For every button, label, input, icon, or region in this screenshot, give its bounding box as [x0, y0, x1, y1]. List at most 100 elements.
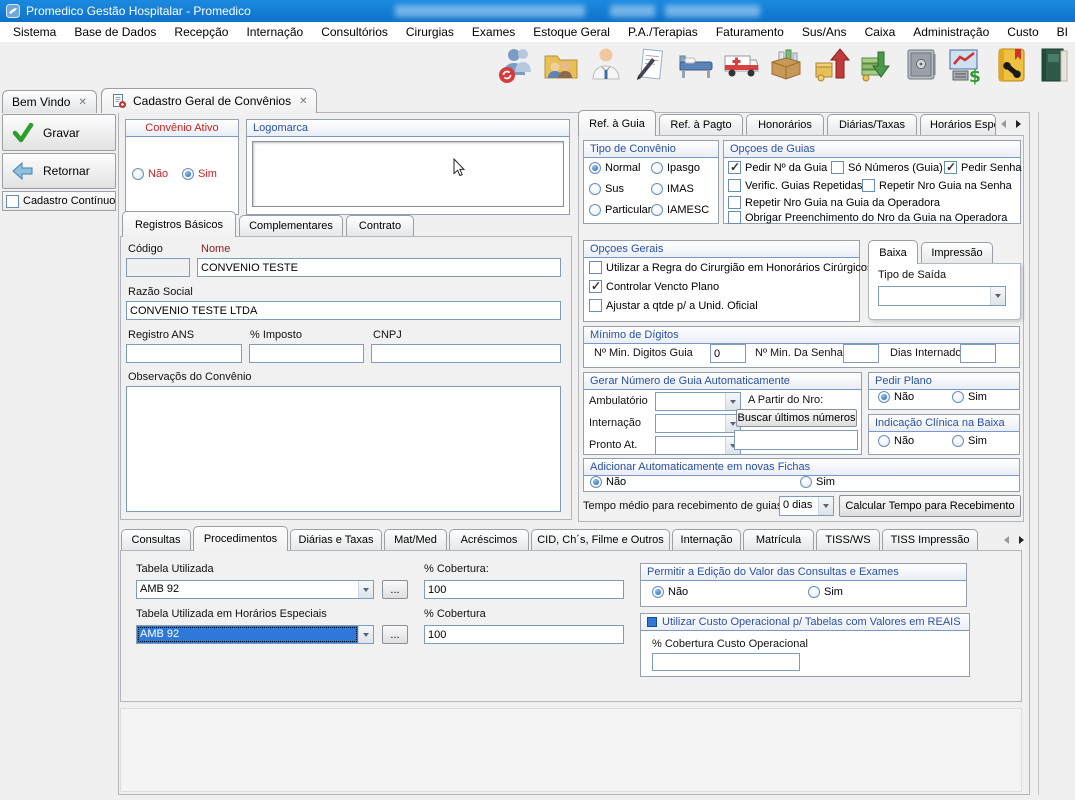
custo-operacional-header[interactable]: Utilizar Custo Operacional p/ Tabelas co… — [641, 614, 969, 631]
menu-item-faturamento[interactable]: Faturamento — [707, 23, 793, 41]
imposto-field[interactable] — [249, 344, 364, 363]
checkbox-pedir-senha[interactable]: Pedir Senha — [944, 161, 1022, 174]
close-icon[interactable]: ✕ — [78, 97, 86, 108]
menu-item-sistema[interactable]: Sistema — [4, 23, 65, 41]
tab-registros-basicos[interactable]: Registros Básicos — [122, 211, 236, 237]
tab-procedimentos[interactable]: Procedimentos — [193, 526, 288, 551]
radio-tipo-normal[interactable]: Normal — [589, 162, 640, 174]
menu-item-exames[interactable]: Exames — [463, 23, 524, 41]
radio-convenio-ativo-nao[interactable]: Não — [132, 168, 168, 180]
revenue-up-icon[interactable] — [811, 44, 851, 86]
tab-cadastro-geral-de-convenios[interactable]: Cadastro Geral de Convênios ✕ — [101, 88, 317, 113]
tabela-browse-button[interactable]: ... — [382, 580, 408, 599]
radio-convenio-ativo-sim[interactable]: Sim — [182, 168, 217, 180]
tabela-utilizada-combo[interactable]: AMB 92 — [136, 580, 374, 599]
stock-supplies-icon[interactable] — [766, 44, 806, 86]
tab-diarias-e-taxas[interactable]: Diárias e Taxas — [290, 529, 382, 550]
users-refresh-icon[interactable] — [496, 44, 536, 86]
cnpj-field[interactable] — [371, 344, 561, 363]
radio-pedir-plano-sim[interactable]: Sim — [952, 391, 987, 403]
tab-diarias-taxas[interactable]: Diárias/Taxas — [827, 114, 917, 135]
menu-item-base-de-dados[interactable]: Base de Dados — [65, 23, 165, 41]
nome-field[interactable] — [197, 258, 561, 277]
tab-matricula[interactable]: Matrícula — [743, 529, 814, 550]
phone-book-icon[interactable] — [991, 44, 1031, 86]
checkbox-regra-cirurgiao[interactable]: Utilizar a Regra do Cirurgião em Honorár… — [589, 261, 873, 274]
tab-complementares[interactable]: Complementares — [239, 215, 343, 236]
checkbox-obrigar-preenchimento-nro[interactable]: Obrigar Preenchimento do Nro da Guia na … — [728, 211, 1007, 224]
tab-tiss-impressao[interactable]: TISS Impressão — [882, 529, 978, 550]
manual-book-icon[interactable] — [1036, 44, 1075, 86]
radio-permitir-nao[interactable]: Não — [652, 586, 688, 598]
tab-horarios-especiais[interactable]: Horários Especia — [920, 114, 996, 135]
prescription-icon[interactable] — [631, 44, 671, 86]
min-senha-field[interactable] — [843, 344, 879, 363]
cobertura2-field[interactable] — [424, 625, 624, 644]
radio-permitir-sim[interactable]: Sim — [808, 586, 843, 598]
tab-ref-a-guia[interactable]: Ref. à Guia — [578, 110, 656, 136]
radio-indicacao-sim[interactable]: Sim — [952, 435, 987, 447]
radio-adicionar-sim[interactable]: Sim — [800, 476, 835, 488]
internacao-combo[interactable] — [655, 414, 741, 433]
tab-impressao[interactable]: Impressão — [921, 242, 993, 263]
tipo-saida-combo[interactable] — [878, 286, 1006, 306]
menu-item-caixa[interactable]: Caixa — [856, 23, 905, 41]
tabela-especiais-combo[interactable]: AMB 92 — [136, 625, 374, 644]
tab-cid-chs-filme-outros[interactable]: CID, Ch´s, Filme e Outros — [531, 529, 670, 550]
cobertura1-field[interactable] — [424, 580, 624, 599]
gravar-button[interactable]: Gravar — [2, 114, 116, 151]
tempo-medio-combo[interactable]: 0 dias — [779, 496, 834, 516]
radio-tipo-imas[interactable]: IMAS — [651, 183, 694, 195]
registro-ans-field[interactable] — [126, 344, 242, 363]
radio-indicacao-nao[interactable]: Não — [878, 435, 914, 447]
radio-tipo-iamesc[interactable]: IAMESC — [651, 204, 709, 216]
menu-item-pa-terapias[interactable]: P.A./Terapias — [619, 23, 707, 41]
menu-item-internacao[interactable]: Internação — [237, 23, 312, 41]
tab-scroll-right-icon[interactable] — [1012, 117, 1025, 131]
tab-internacao[interactable]: Internação — [672, 529, 741, 550]
logomarca-image-box[interactable] — [252, 141, 564, 207]
buscar-ultimos-numeros-button[interactable]: Buscar últimos números — [736, 409, 857, 427]
cobertura-custo-field[interactable] — [652, 653, 800, 671]
checkbox-verific-guias-repetidas[interactable]: Verific. Guias Repetidas — [728, 179, 862, 192]
menu-item-recepcao[interactable]: Recepção — [165, 23, 237, 41]
radio-tipo-ipasgo[interactable]: Ipasgo — [651, 162, 700, 174]
checkbox-controlar-vencto-plano[interactable]: Controlar Vencto Plano — [589, 280, 719, 293]
doctor-icon[interactable] — [586, 44, 626, 86]
ambulance-icon[interactable] — [721, 44, 761, 86]
tab-honorarios[interactable]: Honorários — [746, 114, 824, 135]
cadastro-continuo-toggle[interactable]: Cadastro Contínuo — [2, 191, 116, 211]
menu-item-cirurgias[interactable]: Cirurgias — [397, 23, 463, 41]
close-icon[interactable]: ✕ — [299, 96, 307, 107]
checkbox-repetir-nro-guia-operadora[interactable]: Repetir Nro Guia na Guia da Operadora — [728, 196, 940, 209]
dias-internado-field[interactable] — [960, 344, 996, 363]
tab-tiss-ws[interactable]: TISS/WS — [816, 529, 880, 550]
hospital-bed-icon[interactable] — [676, 44, 716, 86]
checkbox-ajustar-qtde[interactable]: Ajustar a qtde p/ a Unid. Oficial — [589, 299, 758, 312]
user-folder-icon[interactable] — [541, 44, 581, 86]
calcular-tempo-button[interactable]: Calcular Tempo para Recebimento — [839, 495, 1021, 517]
detail-tab-scroll-left-icon[interactable] — [1000, 533, 1013, 547]
checkbox-so-numeros-guia[interactable]: Só Números (Guia) — [831, 161, 943, 174]
radio-tipo-particular[interactable]: Particular — [589, 204, 651, 216]
codigo-field[interactable] — [126, 258, 190, 277]
detail-tab-scroll-right-icon[interactable] — [1015, 533, 1028, 547]
pronto-at-combo[interactable] — [655, 436, 741, 455]
radio-tipo-sus[interactable]: Sus — [589, 183, 624, 195]
radio-adicionar-nao[interactable]: Não — [590, 476, 626, 488]
expense-down-icon[interactable] — [856, 44, 896, 86]
tab-scroll-left-icon[interactable] — [997, 117, 1010, 131]
radio-pedir-plano-nao[interactable]: Não — [878, 391, 914, 403]
tab-baixa[interactable]: Baixa — [868, 240, 918, 264]
menu-item-consultorios[interactable]: Consultórios — [312, 23, 397, 41]
menu-item-administracao[interactable]: Administração — [904, 23, 998, 41]
tabela-especiais-browse-button[interactable]: ... — [382, 625, 408, 644]
razao-social-field[interactable] — [126, 301, 561, 320]
menu-item-estoque-geral[interactable]: Estoque Geral — [524, 23, 619, 41]
tab-mat-med[interactable]: Mat/Med — [384, 529, 447, 550]
a-partir-do-nro-field[interactable] — [734, 430, 858, 450]
observacoes-field[interactable] — [126, 386, 561, 512]
checkbox-repetir-nro-guia-senha[interactable]: Repetir Nro Guia na Senha — [862, 179, 1012, 192]
retornar-button[interactable]: Retornar — [2, 153, 116, 189]
tab-contrato[interactable]: Contrato — [346, 215, 414, 236]
